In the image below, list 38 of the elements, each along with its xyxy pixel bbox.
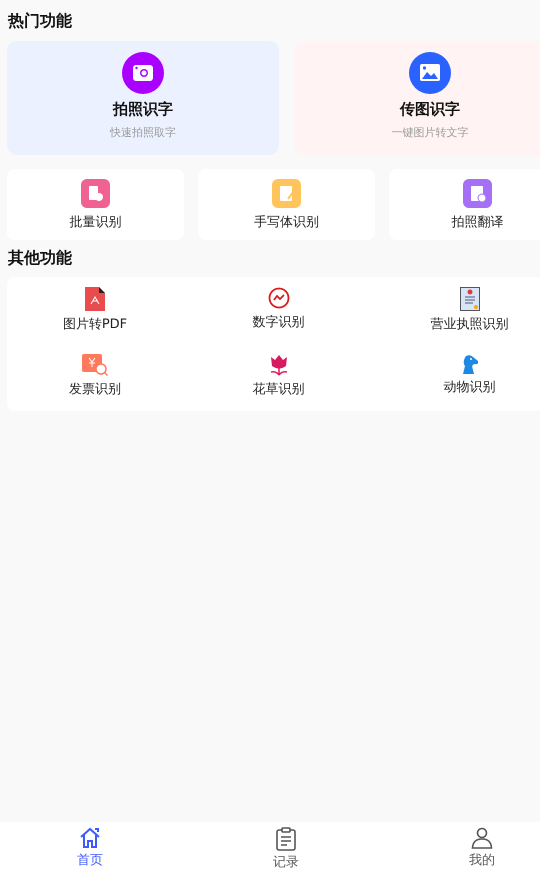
document-check-icon <box>463 179 492 208</box>
card-subtitle: 快速拍照取字 <box>110 125 176 140</box>
feature-label[interactable]: 数字识别 <box>252 313 304 331</box>
feature-label[interactable]: 图片转PDF <box>62 315 128 333</box>
nav-tab[interactable]: 我的 <box>392 822 540 872</box>
feature-label[interactable]: 动物识别 <box>444 378 496 396</box>
documents-icon <box>81 179 110 208</box>
card-title: 拍照识字 <box>113 100 173 119</box>
chart-circle-icon <box>268 287 290 309</box>
card-label: 拍照翻译 <box>452 214 504 231</box>
image-icon <box>409 52 451 94</box>
clipboard-icon <box>276 827 296 851</box>
feature-label[interactable]: 发票识别 <box>69 380 121 398</box>
feature-card[interactable]: 手写体识别 <box>198 169 375 240</box>
nav-tab[interactable]: 记录 <box>180 822 392 872</box>
feature-card[interactable]: 拍照识字 快速拍照取字 <box>7 41 279 155</box>
document-pen-icon <box>272 179 301 208</box>
feature-card[interactable]: 传图识字 一键图片转文字 <box>294 41 540 155</box>
tab-label: 记录 <box>273 854 299 871</box>
receipt-search-icon <box>82 354 108 376</box>
tab-label: 我的 <box>469 852 495 869</box>
feature-card[interactable]: 拍照翻译 <box>389 169 540 240</box>
section-title: 其他功能 <box>7 247 73 269</box>
certificate-icon <box>460 287 480 311</box>
nav-tab[interactable]: 首页 <box>0 822 180 872</box>
feature-label[interactable]: 营业执照识别 <box>430 315 508 333</box>
home-icon <box>79 827 101 849</box>
card-label: 批量识别 <box>70 214 122 231</box>
section-title: 热门功能 <box>7 10 73 31</box>
feature-label[interactable]: 花草识别 <box>252 380 304 398</box>
tab-label: 首页 <box>77 852 103 869</box>
card-title: 传图识字 <box>400 100 460 119</box>
feature-card[interactable]: 批量识别 <box>7 169 184 240</box>
pdf-icon <box>85 287 105 311</box>
card-label: 手写体识别 <box>254 214 319 231</box>
person-icon <box>471 827 493 849</box>
camera-icon <box>122 52 164 94</box>
card-subtitle: 一键图片转文字 <box>392 125 468 140</box>
